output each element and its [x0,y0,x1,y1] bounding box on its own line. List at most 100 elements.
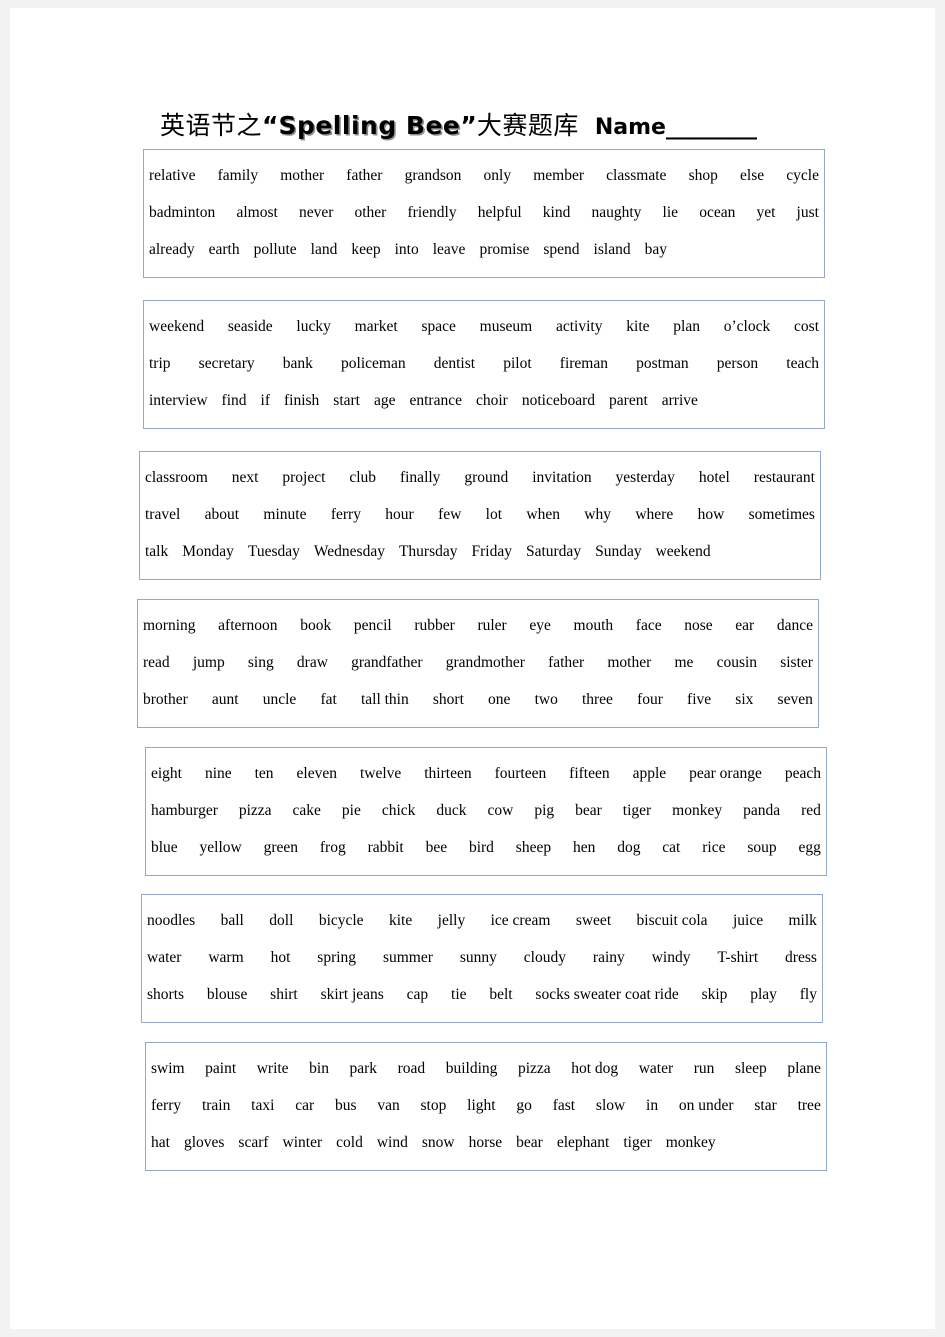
word-item: invitation [532,469,592,486]
word-item: stop [420,1097,447,1114]
word-row: noodles ball doll bicycle kite jelly ice cream… [145,902,819,939]
word-item: snow [421,1134,455,1151]
word-item: aunt [211,691,239,708]
word-item: lot [485,506,503,523]
word-item: already [149,241,195,258]
title-close-quote: ” [460,111,477,140]
word-item: Wednesday [313,543,385,560]
word-item: face [635,617,662,634]
word-item: five [687,691,712,708]
word-item: parent [609,392,648,409]
word-item: dress [785,949,817,966]
word-item: cycle [786,167,819,184]
word-item: arrive [661,392,698,409]
word-item: morning [143,617,196,634]
word-box-3: classroom next project club finally ground inv… [139,451,821,580]
word-item: pollute [253,241,297,258]
word-item: leave [432,241,466,258]
word-item: yesterday [615,469,675,486]
word-item: frog [319,839,346,856]
word-item: relative [149,167,196,184]
word-item: dog [617,839,641,856]
word-item: star [754,1097,777,1114]
word-item: almost [236,204,278,221]
word-item: about [204,506,240,523]
word-item: just [796,204,819,221]
word-item: brother [143,691,188,708]
word-item: travel [145,506,181,523]
word-item: doll [269,912,294,929]
page-title: 英语节之“Spelling Bee”大赛题库 Name_________ [160,106,860,146]
word-item: building [445,1060,498,1077]
word-item: afternoon [218,617,278,634]
word-item: noticeboard [521,392,596,409]
word-item: kind [542,204,571,221]
word-item: tall thin [360,691,409,708]
word-item: fat [320,691,337,708]
word-item: three [581,691,613,708]
word-item: red [801,802,821,819]
word-item: train [201,1097,231,1114]
word-item: age [373,392,396,409]
word-item: cake [292,802,321,819]
word-row: water warm hot spring summer sunny cloudy rainy… [145,939,819,976]
word-item: market [354,318,398,335]
word-item: lucky [296,318,331,335]
word-item: mother [280,167,325,184]
word-item: bicycle [318,912,364,929]
word-item: kite [388,912,413,929]
word-item: grandson [404,167,462,184]
word-item: next [231,469,259,486]
word-item: sing [247,654,274,671]
word-item: paint [205,1060,237,1077]
word-item: noodles [147,912,196,929]
word-item: ten [254,765,274,782]
word-item: tie [451,986,467,1003]
word-item: entrance [409,392,463,409]
word-item: where [635,506,674,523]
word-item: rice [702,839,726,856]
word-item: trip [149,355,171,372]
word-item: on under [678,1097,734,1114]
word-item: ferry [151,1097,182,1114]
word-item: minute [263,506,307,523]
word-item: mouth [573,617,614,634]
word-item: cost [794,318,819,335]
word-row: interview find if finish start age entrance cho… [147,382,821,419]
word-item: monkey [672,802,723,819]
word-item: how [697,506,725,523]
word-item: thirteen [424,765,472,782]
word-item: taxi [251,1097,275,1114]
word-item: cloudy [523,949,566,966]
word-row: already earth pollute land keep into leave prom… [147,231,821,268]
word-item: bee [425,839,448,856]
word-item: plane [787,1060,821,1077]
word-item: never [298,204,334,221]
word-item: pilot [503,355,532,372]
word-item: rubber [414,617,455,634]
word-item: family [217,167,259,184]
word-item: ruler [477,617,507,634]
word-item: secretary [198,355,255,372]
word-item: in [646,1097,659,1114]
word-item: yellow [199,839,242,856]
word-item: postman [636,355,689,372]
word-item: ball [220,912,244,929]
word-item: ice cream [490,912,551,929]
word-item: finally [399,469,441,486]
word-row: trip secretary bank policeman dentist pilot fi… [147,345,821,382]
word-item: seven [777,691,813,708]
word-item: spring [317,949,357,966]
word-item: choir [476,392,508,409]
word-item: hen [572,839,596,856]
word-item: cousin [716,654,758,671]
word-item: fifteen [569,765,610,782]
word-item: biscuit cola [636,912,708,929]
word-item: horse [468,1134,503,1151]
word-item: monkey [665,1134,716,1151]
word-item: pencil [353,617,392,634]
word-item: tree [797,1097,821,1114]
word-item: hotel [698,469,730,486]
word-item: fireman [559,355,608,372]
word-item: wind [376,1134,408,1151]
